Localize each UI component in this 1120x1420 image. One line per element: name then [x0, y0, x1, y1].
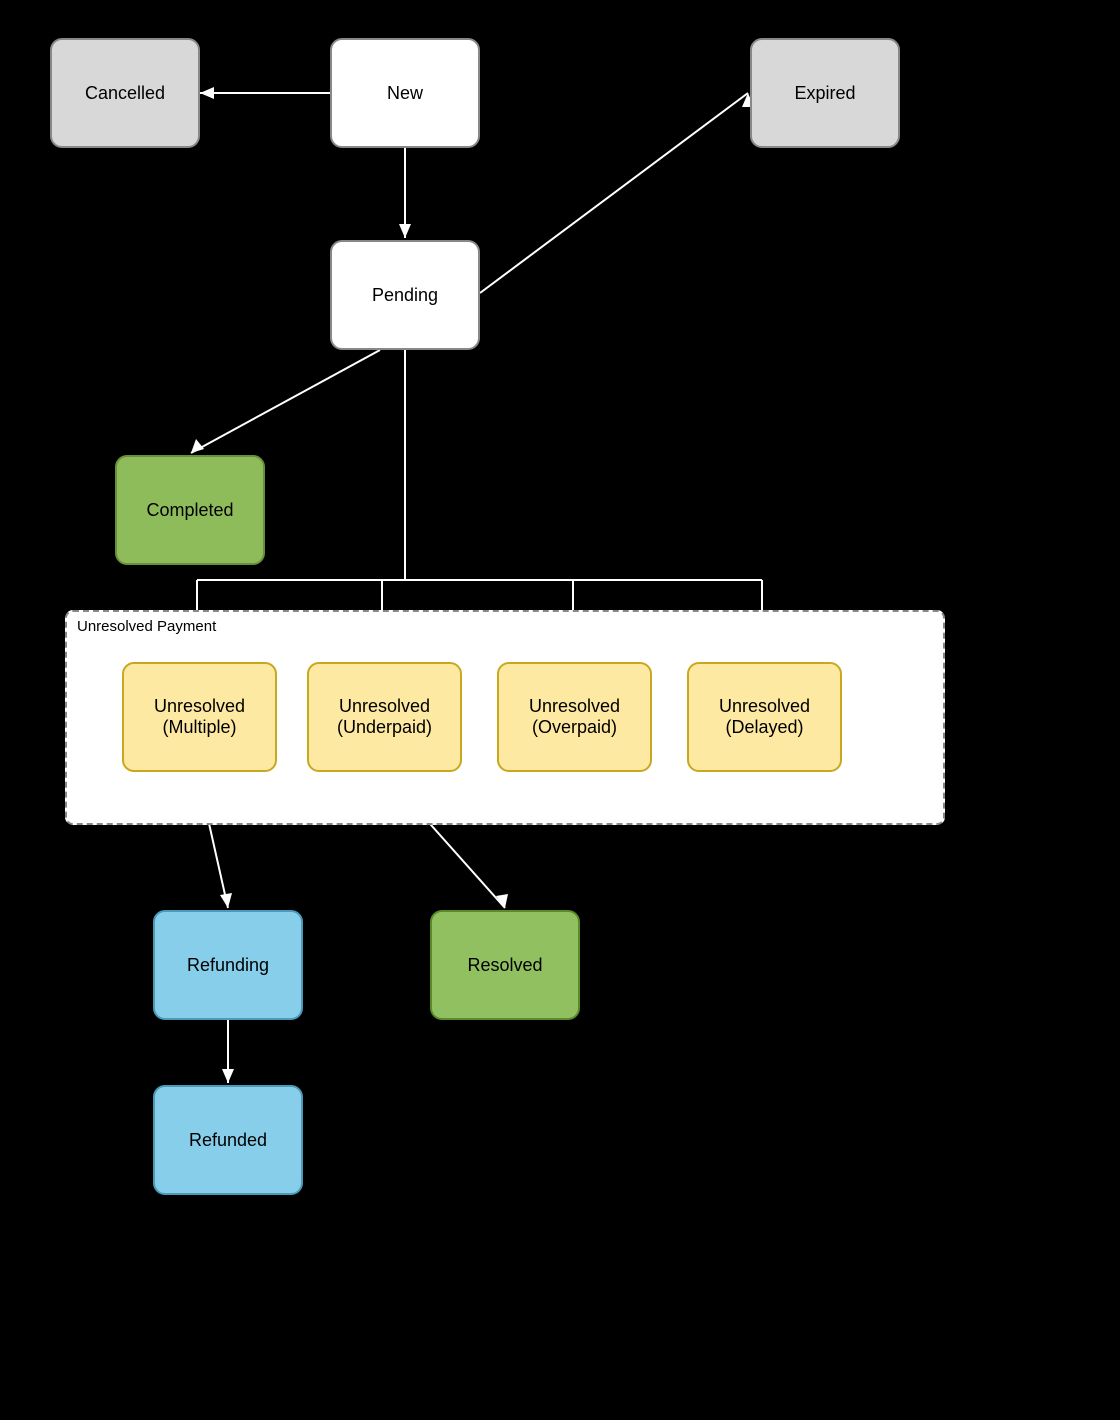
- node-completed: Completed: [115, 455, 265, 565]
- group-unresolved-payment: Unresolved Payment Unresolved (Multiple)…: [65, 610, 945, 825]
- node-unresolved-underpaid: Unresolved (Underpaid): [307, 662, 462, 772]
- group-unresolved-label: Unresolved Payment: [73, 616, 220, 637]
- new-label: New: [387, 83, 423, 104]
- unresolved-underpaid-label: Unresolved (Underpaid): [337, 696, 432, 738]
- node-pending: Pending: [330, 240, 480, 350]
- refunding-label: Refunding: [187, 955, 269, 976]
- expired-label: Expired: [794, 83, 855, 104]
- node-cancelled: Cancelled: [50, 38, 200, 148]
- unresolved-delayed-label: Unresolved (Delayed): [719, 696, 810, 738]
- pending-label: Pending: [372, 285, 438, 306]
- unresolved-overpaid-label: Unresolved (Overpaid): [529, 696, 620, 738]
- node-refunded: Refunded: [153, 1085, 303, 1195]
- unresolved-multiple-label: Unresolved (Multiple): [154, 696, 245, 738]
- refunded-label: Refunded: [189, 1130, 267, 1151]
- resolved-label: Resolved: [467, 955, 542, 976]
- node-resolved: Resolved: [430, 910, 580, 1020]
- cancelled-label: Cancelled: [85, 83, 165, 104]
- node-new: New: [330, 38, 480, 148]
- completed-label: Completed: [146, 500, 233, 521]
- node-expired: Expired: [750, 38, 900, 148]
- node-unresolved-delayed: Unresolved (Delayed): [687, 662, 842, 772]
- node-unresolved-multiple: Unresolved (Multiple): [122, 662, 277, 772]
- node-refunding: Refunding: [153, 910, 303, 1020]
- diagram-container: Cancelled New Expired Pending Completed …: [0, 0, 1120, 1420]
- node-unresolved-overpaid: Unresolved (Overpaid): [497, 662, 652, 772]
